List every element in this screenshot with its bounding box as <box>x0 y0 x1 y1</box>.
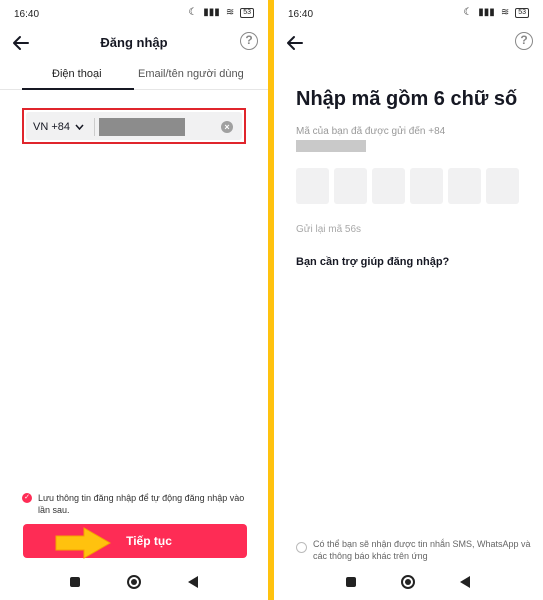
code-digit-5[interactable] <box>448 168 481 204</box>
status-icons: ☾ ▮▮▮ ≋ 53 <box>188 7 254 18</box>
checkmark-icon[interactable]: ✓ <box>22 493 32 503</box>
annotation-arrow-icon <box>55 527 112 559</box>
code-heading: Nhập mã gồm 6 chữ số <box>296 88 518 110</box>
status-icons: ☾ ▮▮▮ ≋ 53 <box>463 7 529 18</box>
system-nav-bar <box>274 572 543 594</box>
status-time: 16:40 <box>14 9 40 20</box>
chevron-down-icon <box>75 124 84 130</box>
back-triangle-icon[interactable] <box>188 576 198 588</box>
phone-number-redacted <box>99 118 185 136</box>
page-title: Đăng nhập <box>100 35 168 50</box>
back-arrow-icon[interactable] <box>284 32 306 54</box>
signal-icon: ▮▮▮ <box>203 7 220 18</box>
code-digit-1[interactable] <box>296 168 329 204</box>
code-topbar: ? <box>274 28 543 58</box>
code-digit-4[interactable] <box>410 168 443 204</box>
comparison-stage: 16:40 ☾ ▮▮▮ ≋ 53 Đăng nhập ? Điện thoại … <box>0 0 543 600</box>
sms-notice-text: Có thể bạn sẽ nhận được tin nhắn SMS, Wh… <box>313 539 531 561</box>
help-icon[interactable]: ? <box>515 32 533 50</box>
status-time: 16:40 <box>288 9 314 20</box>
signal-icon: ▮▮▮ <box>478 7 495 18</box>
code-digit-2[interactable] <box>334 168 367 204</box>
login-topbar: Đăng nhập ? <box>0 28 268 58</box>
battery-icon: 53 <box>240 7 254 18</box>
country-code-label: VN +84 <box>33 121 70 133</box>
login-tabs: Điện thoại Email/tên người dùng <box>0 62 268 90</box>
save-login-option[interactable]: ✓ Lưu thông tin đăng nhập để tự động đăn… <box>22 492 254 516</box>
login-help-link[interactable]: Bạn cần trợ giúp đăng nhập? <box>296 256 449 268</box>
radio-icon[interactable] <box>296 542 307 553</box>
code-entry-screen: 16:40 ☾ ▮▮▮ ≋ 53 ? Nhập mã gồm 6 chữ số … <box>274 0 543 600</box>
status-bar: 16:40 ☾ ▮▮▮ ≋ 53 <box>0 0 268 28</box>
home-circle-icon[interactable] <box>127 575 141 589</box>
code-sent-text: Mã của bạn đã được gửi đến +84 <box>296 126 446 137</box>
resend-code-countdown: Gửi lại mã 56s <box>296 224 362 235</box>
tab-phone[interactable]: Điện thoại <box>52 68 102 80</box>
code-digit-3[interactable] <box>372 168 405 204</box>
phone-input-highlight: VN +84 × <box>22 108 246 144</box>
wifi-icon: ≋ <box>225 7 235 18</box>
phone-number-redacted <box>296 140 366 152</box>
back-triangle-icon[interactable] <box>460 576 470 588</box>
continue-label: Tiếp tục <box>126 534 172 548</box>
code-digit-6[interactable] <box>486 168 519 204</box>
phone-input-field[interactable]: VN +84 × <box>26 112 242 140</box>
wifi-icon: ≋ <box>500 7 510 18</box>
status-bar: 16:40 ☾ ▮▮▮ ≋ 53 <box>274 0 543 28</box>
input-separator <box>94 118 95 136</box>
clear-input-icon[interactable]: × <box>221 121 233 133</box>
system-nav-bar <box>0 572 268 594</box>
country-code-selector[interactable]: VN +84 <box>33 121 84 133</box>
moon-icon: ☾ <box>188 7 198 18</box>
moon-icon: ☾ <box>463 7 473 18</box>
login-screen: 16:40 ☾ ▮▮▮ ≋ 53 Đăng nhập ? Điện thoại … <box>0 0 268 600</box>
tab-email-username[interactable]: Email/tên người dùng <box>138 68 244 80</box>
code-input-boxes <box>296 168 519 204</box>
home-circle-icon[interactable] <box>401 575 415 589</box>
sms-notice-option[interactable]: Có thể bạn sẽ nhận được tin nhắn SMS, Wh… <box>296 538 536 562</box>
recents-square-icon[interactable] <box>346 577 356 587</box>
help-icon[interactable]: ? <box>240 32 258 50</box>
battery-icon: 53 <box>515 7 529 18</box>
recents-square-icon[interactable] <box>70 577 80 587</box>
save-login-text: Lưu thông tin đăng nhập để tự động đăng … <box>38 493 245 515</box>
tab-active-indicator <box>22 88 134 90</box>
